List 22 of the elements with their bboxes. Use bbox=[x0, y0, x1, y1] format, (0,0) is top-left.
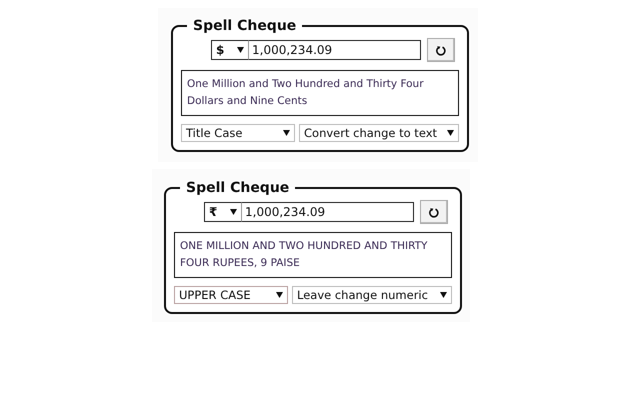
caret-icon bbox=[237, 47, 244, 53]
change-select[interactable]: Leave change numeric bbox=[292, 286, 452, 304]
panel-title: Spell Cheque bbox=[185, 180, 290, 196]
refresh-button[interactable] bbox=[420, 200, 448, 224]
currency-select[interactable]: $ bbox=[211, 40, 249, 60]
words-output: ONE MILLION AND TWO HUNDRED AND THIRTY FOUR RUPEES, 9 PAISE bbox=[174, 232, 452, 278]
amount-field[interactable]: 1,000,234.09 bbox=[242, 202, 414, 222]
case-select[interactable]: Title Case bbox=[181, 124, 295, 142]
caret-icon bbox=[447, 130, 454, 136]
refresh-icon bbox=[436, 44, 446, 56]
panel-title: Spell Cheque bbox=[192, 18, 298, 34]
refresh-icon bbox=[429, 206, 439, 218]
words-output: One Million and Two Hundred and Thirty Four Dollars and Nine Cents bbox=[181, 70, 459, 116]
caret-icon bbox=[283, 130, 290, 136]
caret-icon bbox=[230, 209, 237, 215]
caret-icon bbox=[276, 292, 283, 298]
case-select[interactable]: UPPER CASE bbox=[174, 286, 288, 304]
refresh-button[interactable] bbox=[427, 38, 455, 62]
amount-field[interactable]: 1,000,234.09 bbox=[249, 40, 421, 60]
currency-select[interactable]: ₹ bbox=[204, 202, 242, 222]
change-select[interactable]: Convert change to text bbox=[299, 124, 459, 142]
caret-icon bbox=[440, 292, 447, 298]
